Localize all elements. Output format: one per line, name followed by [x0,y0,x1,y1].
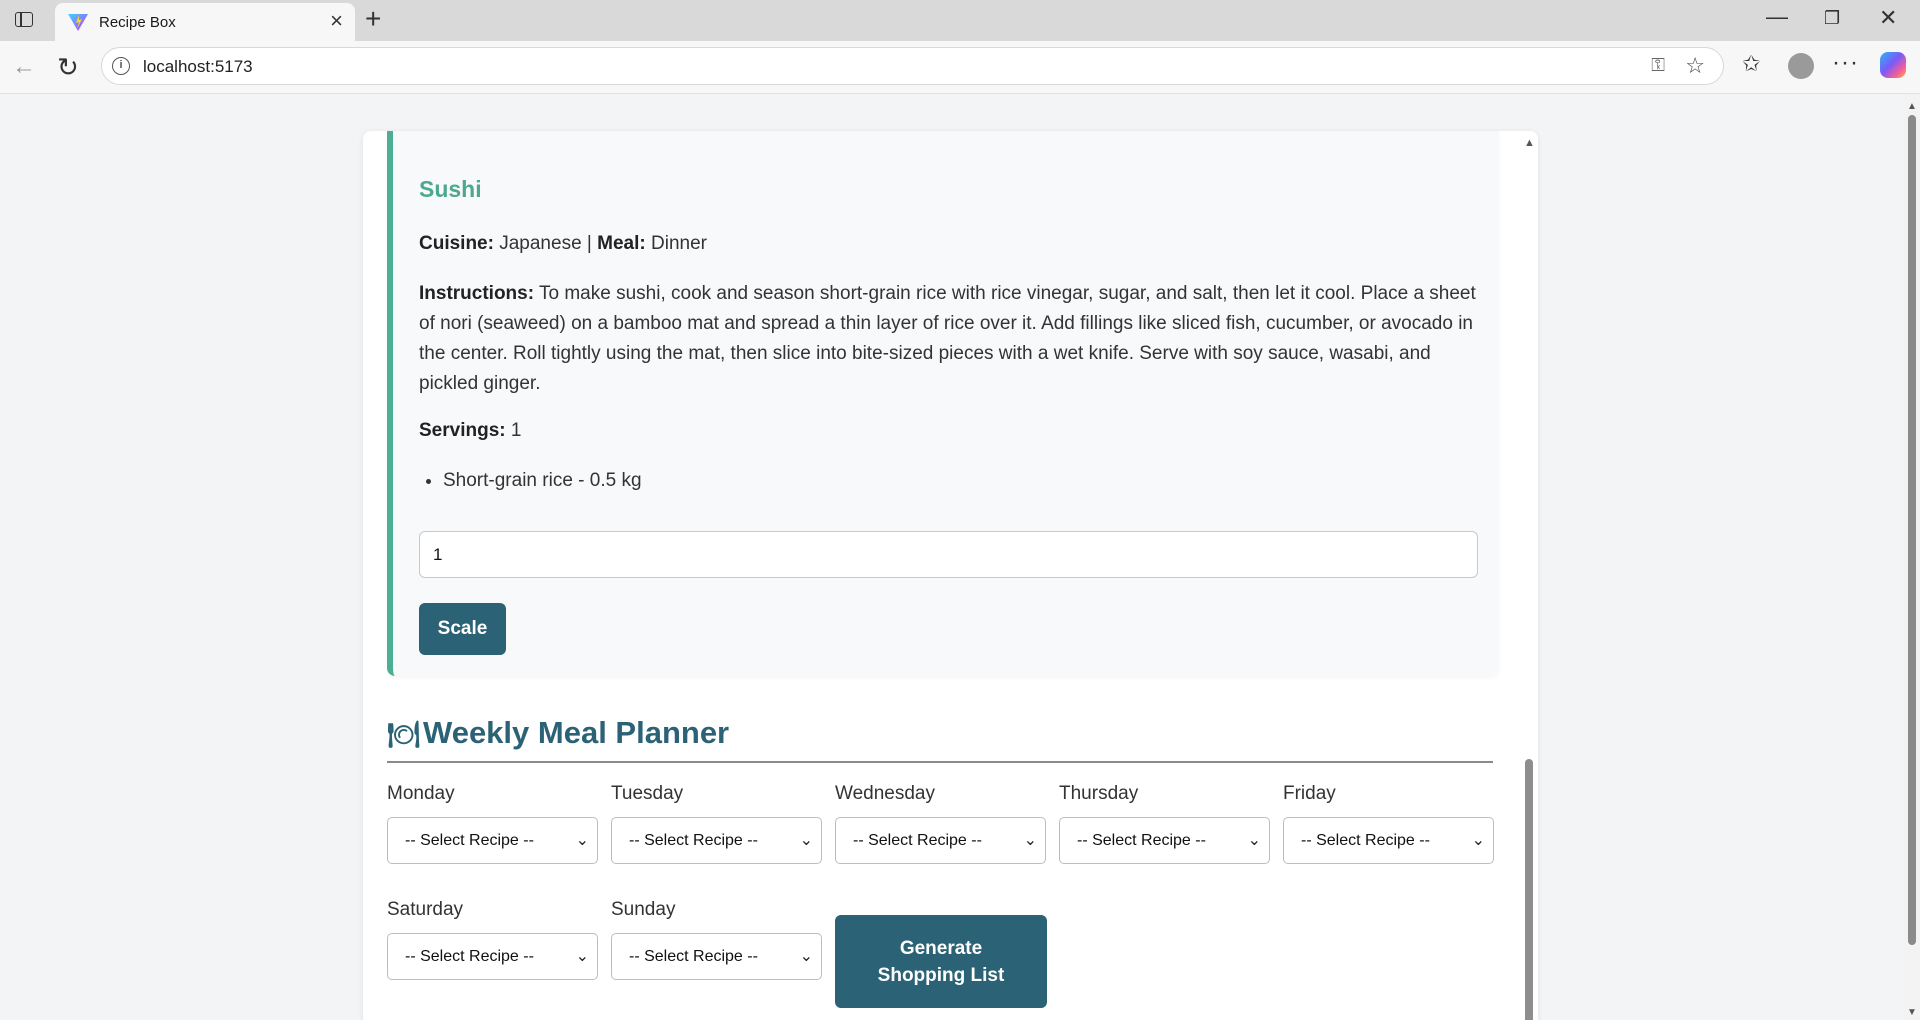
close-tab-icon[interactable]: × [330,10,343,32]
page-scrollbar[interactable]: ▲ ▼ [1904,95,1920,1020]
chevron-down-icon: ⌄ [575,948,589,965]
new-tab-icon[interactable]: + [365,4,381,34]
profile-avatar-icon[interactable] [1788,53,1814,79]
scale-button[interactable]: Scale [419,603,506,655]
ingredient-item: Short-grain rice - 0.5 kg [443,466,642,496]
recipe-select-tuesday[interactable]: -- Select Recipe -- ⌄ [611,817,822,864]
ingredient-list: Short-grain rice - 0.5 kg [443,466,642,496]
planner-heading: 🍽Weekly Meal Planner [387,715,729,751]
chevron-down-icon: ⌄ [1023,832,1037,849]
day-thursday: Thursday -- Select Recipe -- ⌄ [1059,783,1270,864]
day-wednesday: Wednesday -- Select Recipe -- ⌄ [835,783,1046,864]
meal-value: Dinner [651,233,707,254]
recipe-select-friday[interactable]: -- Select Recipe -- ⌄ [1283,817,1494,864]
favorite-star-icon[interactable]: ☆ [1685,53,1705,79]
servings-label: Servings: [419,420,506,441]
vite-favicon-icon [68,14,88,31]
scale-servings-input[interactable]: 1 [419,531,1478,578]
select-value: -- Select Recipe -- [405,948,534,965]
plate-cutlery-icon: 🍽 [387,719,421,749]
day-friday: Friday -- Select Recipe -- ⌄ [1283,783,1494,864]
browser-tab[interactable]: Recipe Box × [55,3,355,41]
more-options-icon[interactable]: ··· [1832,49,1859,77]
chevron-down-icon: ⌄ [799,948,813,965]
day-saturday: Saturday -- Select Recipe -- ⌄ [387,899,598,980]
app-container: Sushi Cuisine: Japanese | Meal: Dinner I… [363,131,1538,1020]
select-value: -- Select Recipe -- [405,832,534,849]
inner-scrollbar[interactable]: ▲ [1520,131,1538,1020]
day-label: Sunday [611,899,676,920]
planner-divider [387,761,1493,763]
tab-title: Recipe Box [99,14,176,31]
browser-tab-bar: Recipe Box × + — ❐ ✕ [0,0,1920,41]
address-bar[interactable]: i localhost:5173 ⚿ ☆ [101,47,1724,85]
tab-actions-icon[interactable] [14,10,34,30]
site-info-icon[interactable]: i [112,57,130,75]
chevron-down-icon: ⌄ [575,832,589,849]
recipe-title: Sushi [419,176,482,202]
minimize-icon[interactable]: — [1766,4,1788,30]
chevron-down-icon: ⌄ [1471,832,1485,849]
meta-separator: | [586,233,592,254]
recipe-select-thursday[interactable]: -- Select Recipe -- ⌄ [1059,817,1270,864]
chevron-down-icon: ⌄ [1247,832,1261,849]
day-label: Thursday [1059,783,1139,804]
generate-shopping-list-button[interactable]: Generate Shopping List [835,915,1047,1008]
day-sunday: Sunday -- Select Recipe -- ⌄ [611,899,822,980]
planner-title-text: Weekly Meal Planner [423,715,730,750]
select-value: -- Select Recipe -- [1077,832,1206,849]
select-value: -- Select Recipe -- [629,948,758,965]
recipe-meta: Cuisine: Japanese | Meal: Dinner [419,229,707,259]
window-close-icon[interactable]: ✕ [1879,5,1897,31]
select-value: -- Select Recipe -- [853,832,982,849]
scroll-down-icon[interactable]: ▼ [1907,1007,1917,1018]
restore-icon[interactable]: ❐ [1824,8,1840,29]
recipe-select-saturday[interactable]: -- Select Recipe -- ⌄ [387,933,598,980]
cuisine-value: Japanese [499,233,582,254]
day-monday: Monday -- Select Recipe -- ⌄ [387,783,598,864]
scroll-up-icon[interactable]: ▲ [1524,137,1535,149]
recipe-select-sunday[interactable]: -- Select Recipe -- ⌄ [611,933,822,980]
chevron-down-icon: ⌄ [799,832,813,849]
password-key-icon[interactable]: ⚿ [1651,55,1665,76]
recipe-card: Sushi Cuisine: Japanese | Meal: Dinner I… [387,131,1499,676]
reload-icon[interactable]: ↻ [57,54,79,80]
instructions-label: Instructions: [419,283,535,304]
favorites-icon[interactable]: ✩ [1742,51,1760,77]
day-label: Saturday [387,899,464,920]
meal-label: Meal: [597,233,646,254]
scrollbar-thumb[interactable] [1908,115,1916,945]
recipe-instructions: Instructions: To make sushi, cook and se… [419,279,1479,399]
day-label: Friday [1283,783,1336,804]
day-label: Wednesday [835,783,935,804]
back-icon[interactable]: ← [12,54,36,80]
day-tuesday: Tuesday -- Select Recipe -- ⌄ [611,783,822,864]
recipe-servings: Servings: 1 [419,416,521,446]
day-label: Tuesday [611,783,684,804]
day-label: Monday [387,783,455,804]
browser-toolbar: ← ↻ i localhost:5173 ⚿ ☆ ✩ ··· [0,41,1920,94]
select-value: -- Select Recipe -- [1301,832,1430,849]
scroll-up-icon[interactable]: ▲ [1907,101,1917,112]
url-text: localhost:5173 [143,57,253,76]
recipe-select-wednesday[interactable]: -- Select Recipe -- ⌄ [835,817,1046,864]
select-value: -- Select Recipe -- [629,832,758,849]
recipe-select-monday[interactable]: -- Select Recipe -- ⌄ [387,817,598,864]
cuisine-label: Cuisine: [419,233,494,254]
copilot-icon[interactable] [1880,52,1906,78]
instructions-text: To make sushi, cook and season short-gra… [419,283,1476,394]
servings-value: 1 [510,420,522,441]
scrollbar-thumb[interactable] [1525,759,1533,1020]
page-viewport: Sushi Cuisine: Japanese | Meal: Dinner I… [0,95,1920,1020]
